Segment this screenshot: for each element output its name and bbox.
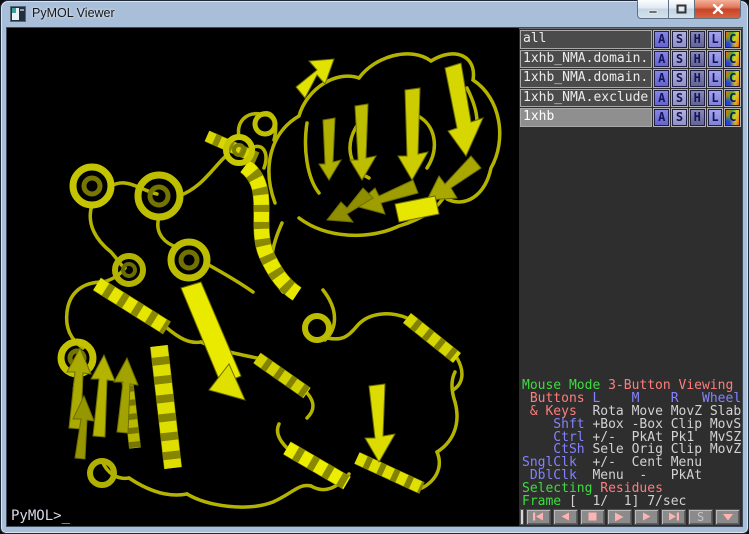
a-menu-button[interactable]: A xyxy=(653,108,670,127)
object-action-buttons: ASHLC xyxy=(653,50,741,69)
object-action-buttons: ASHLC xyxy=(653,89,741,108)
maximize-icon xyxy=(676,4,687,14)
step-backward-icon xyxy=(560,512,570,521)
l-menu-button[interactable]: L xyxy=(707,89,724,108)
s-menu-button[interactable]: S xyxy=(671,108,688,127)
window-title: PyMOL Viewer xyxy=(32,6,115,20)
object-label[interactable]: 1xhb_NMA.domain. xyxy=(520,50,652,69)
mouse-panel: Mouse Mode 3-Button Viewing Buttons L M … xyxy=(522,380,741,509)
app-icon xyxy=(10,6,26,22)
maximize-button[interactable] xyxy=(668,0,695,19)
object-row: 1xhb_NMA.domain.ASHLC xyxy=(520,50,741,69)
pymol-window: PyMOL Viewer xyxy=(0,0,749,534)
c-menu-button[interactable]: C xyxy=(724,30,741,49)
h-menu-button[interactable]: H xyxy=(689,50,706,69)
l-menu-button[interactable]: L xyxy=(707,30,724,49)
object-action-buttons: ASHLC xyxy=(653,30,741,49)
l-menu-button[interactable]: L xyxy=(707,108,724,127)
s-menu-button[interactable]: S xyxy=(671,89,688,108)
viewport[interactable]: PyMOL>_ xyxy=(7,28,519,526)
skip-to-end-button[interactable] xyxy=(661,509,686,526)
stop-button[interactable] xyxy=(580,509,605,526)
h-menu-button[interactable]: H xyxy=(689,69,706,88)
window-content: PyMOL>_ allASHLC1xhb_NMA.domain.ASHLC1xh… xyxy=(6,27,743,527)
object-label[interactable]: 1xhb_NMA.exclude xyxy=(520,89,652,108)
object-rows: allASHLC1xhb_NMA.domain.ASHLC1xhb_NMA.do… xyxy=(520,30,741,128)
s-mode-label: S xyxy=(697,511,704,523)
s-menu-button[interactable]: S xyxy=(671,50,688,69)
object-row: 1xhb_NMA.domain.ASHLC xyxy=(520,69,741,88)
skip-to-start-button[interactable] xyxy=(526,509,551,526)
object-label[interactable]: all xyxy=(520,30,652,49)
object-action-buttons: ASHLC xyxy=(653,108,741,127)
command-prompt[interactable]: PyMOL>_ xyxy=(11,508,70,524)
protein-structure-1xhb xyxy=(7,28,519,526)
play-icon xyxy=(614,512,624,522)
object-row: 1xhb_NMA.excludeASHLC xyxy=(520,89,741,108)
object-row: allASHLC xyxy=(520,30,741,49)
playback-controls: S xyxy=(526,509,740,526)
step-forward-button[interactable] xyxy=(634,509,659,526)
stop-icon xyxy=(588,512,597,521)
close-button[interactable] xyxy=(695,0,741,19)
object-action-buttons: ASHLC xyxy=(653,69,741,88)
h-menu-button[interactable]: H xyxy=(689,108,706,127)
s-mode-button[interactable]: S xyxy=(688,509,713,526)
c-menu-button[interactable]: C xyxy=(724,108,741,127)
skip-to-start-icon xyxy=(532,512,544,521)
h-menu-button[interactable]: H xyxy=(689,89,706,108)
c-menu-button[interactable]: C xyxy=(724,89,741,108)
minimize-button[interactable] xyxy=(637,0,668,19)
mouse-panel-line: Frame [ 1/ 1] 7/sec xyxy=(522,496,741,509)
menu-down-arrow-icon xyxy=(722,513,734,521)
a-menu-button[interactable]: A xyxy=(653,69,670,88)
skip-to-end-icon xyxy=(668,512,680,521)
internal-gui-panel: allASHLC1xhb_NMA.domain.ASHLC1xhb_NMA.do… xyxy=(519,28,742,526)
close-icon xyxy=(712,4,724,14)
c-menu-button[interactable]: C xyxy=(724,50,741,69)
h-menu-button[interactable]: H xyxy=(689,30,706,49)
l-menu-button[interactable]: L xyxy=(707,69,724,88)
a-menu-button[interactable]: A xyxy=(653,30,670,49)
step-forward-icon xyxy=(642,512,651,521)
object-label[interactable]: 1xhb xyxy=(520,108,652,127)
object-row: 1xhbASHLC xyxy=(520,108,741,127)
step-backward-button[interactable] xyxy=(553,509,578,526)
titlebar[interactable]: PyMOL Viewer xyxy=(0,0,749,28)
a-menu-button[interactable]: A xyxy=(653,89,670,108)
c-menu-button[interactable]: C xyxy=(724,69,741,88)
a-menu-button[interactable]: A xyxy=(653,50,670,69)
playback-menu-button[interactable] xyxy=(715,509,740,526)
s-menu-button[interactable]: S xyxy=(671,30,688,49)
scroll-grip[interactable] xyxy=(520,509,524,525)
minimize-icon xyxy=(647,5,659,14)
object-label[interactable]: 1xhb_NMA.domain. xyxy=(520,69,652,88)
l-menu-button[interactable]: L xyxy=(707,50,724,69)
play-button[interactable] xyxy=(607,509,632,526)
s-menu-button[interactable]: S xyxy=(671,69,688,88)
